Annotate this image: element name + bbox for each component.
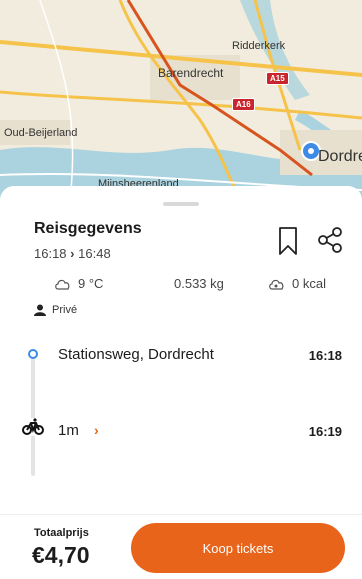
share-button[interactable]: [316, 226, 344, 254]
chevron-right-icon[interactable]: ›: [94, 422, 99, 438]
start-dot-icon: [28, 349, 38, 359]
total-price-value: €4,70: [32, 542, 90, 568]
temperature-value: 9 °C: [78, 276, 104, 291]
bicycle-icon: [22, 418, 44, 436]
trip-title: Reisgegevens: [34, 220, 142, 237]
person-icon: [34, 304, 46, 316]
bike-leg-duration[interactable]: 1m: [58, 422, 79, 439]
calories-value: 0 kcal: [292, 276, 326, 291]
map-view[interactable]: Ridderkerk Barendrecht Oud-Beijerland Do…: [0, 0, 362, 200]
depart-time: 16:18: [34, 246, 67, 261]
map-label-ridderkerk: Ridderkerk: [232, 40, 286, 52]
buy-tickets-button[interactable]: Koop tickets: [131, 523, 345, 573]
cloud-co2-icon: [269, 279, 284, 290]
temperature-stat: 9 °C: [54, 276, 103, 291]
trip-times: 16:18 › 16:48: [34, 246, 111, 261]
arrive-time: 16:48: [78, 246, 111, 261]
map-canvas: [0, 0, 362, 200]
chevron-right-icon: ›: [70, 246, 75, 261]
privacy-label: Privé: [52, 304, 78, 316]
co2-value: 0.533 kg: [174, 276, 224, 291]
bike-leg-time: 16:19: [308, 424, 342, 439]
sheet-drag-handle[interactable]: [163, 202, 199, 206]
start-stop-time: 16:18: [308, 348, 342, 363]
total-price-label: Totaalprijs: [34, 527, 89, 539]
timeline-line: [31, 358, 35, 476]
share-icon: [318, 227, 342, 253]
cloud-icon: [55, 279, 70, 290]
start-stop-name: Stationsweg, Dordrecht: [58, 346, 214, 363]
bookmark-icon: [279, 227, 297, 255]
map-label-oud-beijerland: Oud-Beijerland: [4, 127, 78, 139]
map-label-barendrecht: Barendrecht: [158, 66, 224, 80]
checkout-bar: Totaalprijs €4,70 Koop tickets: [0, 514, 362, 579]
co2-stat: 0.533 kg: [174, 276, 224, 291]
privacy-tag[interactable]: Privé: [34, 304, 77, 316]
calories-stat: 0 kcal: [268, 276, 326, 291]
road-badge-a15: A15: [266, 72, 289, 85]
road-badge-a16: A16: [232, 98, 255, 111]
map-label-dordrecht: Dordre: [318, 148, 362, 165]
bookmark-button[interactable]: [276, 226, 300, 256]
